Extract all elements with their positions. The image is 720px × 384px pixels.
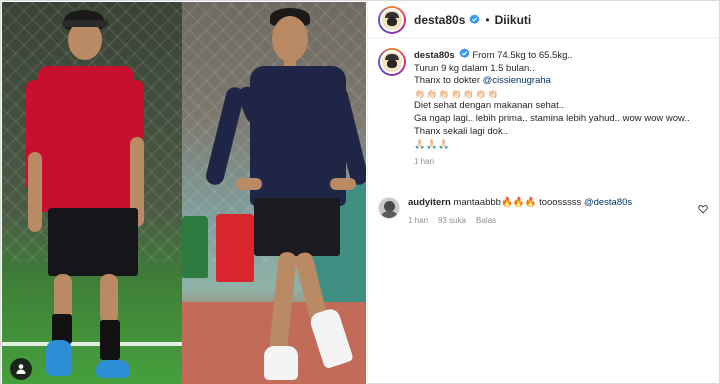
user-tag-button[interactable] — [10, 358, 32, 380]
heart-outline-icon[interactable] — [698, 204, 708, 214]
person-red-jersey — [16, 2, 176, 384]
mention-link[interactable]: @cissienugraha — [483, 75, 551, 86]
person-navy-shirt — [204, 2, 366, 384]
caption-line-5: Diet sehat dengan makanan sehat.. — [414, 100, 564, 112]
comment-mention-link[interactable]: @desta80s — [584, 197, 632, 208]
instagram-post-frame: desta80s • Diikuti desta80s From 74.5kg … — [0, 0, 720, 384]
person-tag-icon — [16, 364, 26, 374]
clap-emojis: 👏🏻👏🏻👏🏻👏🏻👏🏻👏🏻👏🏻 — [414, 88, 500, 99]
author-username[interactable]: desta80s — [414, 13, 465, 27]
verified-badge-icon — [469, 14, 480, 24]
pray-emojis: 🙏🏻🙏🏻🙏🏻 — [414, 139, 451, 150]
post-header: desta80s • Diikuti — [368, 2, 720, 38]
comment-body: audyitern mantaabbb🔥🔥🔥 tooosssss @desta8… — [408, 197, 714, 227]
comment-text: mantaabbb🔥🔥🔥 tooosssss — [453, 197, 582, 208]
caption-text: desta80s From 74.5kg to 65.5kg.. Turun 9… — [414, 48, 690, 168]
follow-status-button[interactable]: Diikuti — [495, 13, 532, 27]
comment-meta: 1 hari 93 suka Balas — [408, 215, 714, 227]
caption-line-6: Ga ngap lagi.. lebih prima.. stamina leb… — [414, 112, 690, 124]
photo-before — [2, 2, 182, 384]
comment-timestamp[interactable]: 1 hari — [408, 215, 428, 227]
post-sidebar: desta80s • Diikuti desta80s From 74.5kg … — [367, 2, 720, 384]
caption-line-7: Thanx sekali lagi dok.. — [414, 125, 508, 137]
author-avatar[interactable] — [378, 5, 406, 34]
verified-badge-icon — [459, 48, 470, 58]
caption-timestamp[interactable]: 1 hari — [414, 156, 690, 169]
post-caption: desta80s From 74.5kg to 65.5kg.. Turun 9… — [368, 48, 720, 168]
commenter-avatar[interactable] — [378, 197, 400, 219]
post-media[interactable] — [2, 2, 366, 384]
caption-line-1: From 74.5kg to 65.5kg.. — [472, 50, 573, 61]
comment-like-count[interactable]: 93 suka — [438, 215, 466, 227]
photo-after — [182, 2, 366, 384]
separator-dot: • — [485, 12, 490, 27]
caption-line-2: Turun 9 kg dalam 1.5 bulan.. — [414, 62, 535, 74]
scrollbar[interactable] — [716, 42, 719, 262]
caption-line-3: Thanx to dokter — [414, 75, 481, 87]
reply-button[interactable]: Balas — [476, 215, 496, 227]
caption-author-avatar[interactable] — [378, 48, 406, 76]
caption-author-username[interactable]: desta80s — [414, 50, 455, 61]
trash-bin — [182, 216, 208, 278]
comment-item: audyitern mantaabbb🔥🔥🔥 tooosssss @desta8… — [378, 197, 714, 227]
commenter-username[interactable]: audyitern — [408, 197, 451, 208]
